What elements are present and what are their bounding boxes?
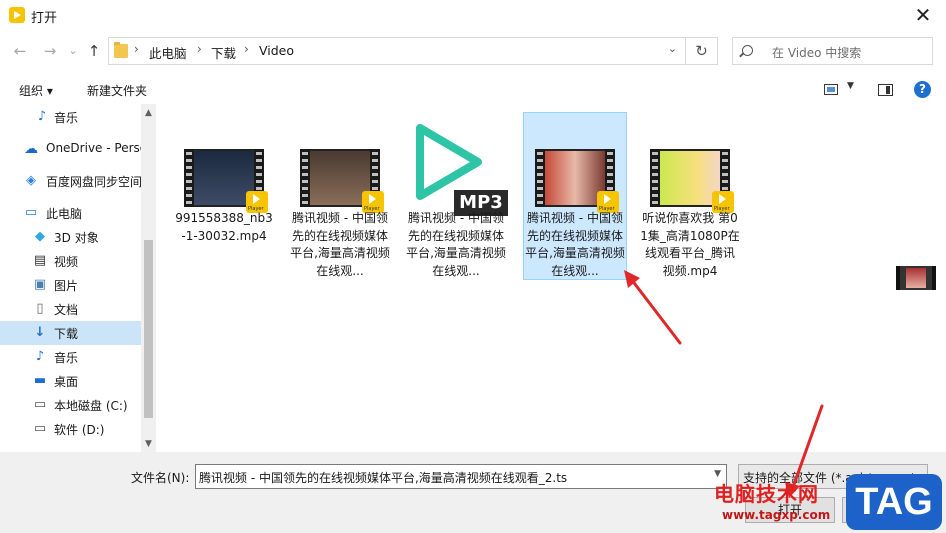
filename-value: 腾讯视频 - 中国领先的在线视频媒体平台,海量高清视频在线观看_2.ts xyxy=(199,471,568,485)
address-dropdown-icon[interactable]: ⌄ xyxy=(668,42,677,55)
sidebar-item-videos[interactable]: ▤ 视频 xyxy=(0,249,141,273)
window-title: 打开 xyxy=(31,11,58,26)
sidebar-item-onedrive[interactable]: ☁ OneDrive - Perso xyxy=(0,137,147,161)
document-icon: ▯ xyxy=(36,301,44,316)
back-button[interactable]: ← xyxy=(9,40,31,62)
search-icon xyxy=(742,45,753,56)
sidebar-item-desktop[interactable]: ▬ 桌面 xyxy=(0,369,141,393)
file-item[interactable]: Player 腾讯视频 - 中国领先的在线视频媒体平台,海量高清视频在线观... xyxy=(288,112,392,280)
video-thumbnail: Player xyxy=(300,149,384,213)
partial-video-thumbnail xyxy=(896,266,936,290)
download-icon: ↓ xyxy=(34,325,46,340)
up-button[interactable]: ↑ xyxy=(83,40,105,62)
search-placeholder: 在 Video 中搜索 xyxy=(772,46,862,60)
sidebar-item-this-pc[interactable]: ▭ 此电脑 xyxy=(0,201,141,225)
cloud-icon: ☁ xyxy=(24,141,38,157)
watermark-text: 电脑技术网 xyxy=(714,482,819,506)
breadcrumb-video[interactable]: Video xyxy=(259,43,294,58)
breadcrumb-downloads[interactable]: 下载 xyxy=(211,43,236,62)
sidebar-item-documents[interactable]: ▯ 文档 xyxy=(0,297,141,321)
picture-icon: ▣ xyxy=(33,277,47,292)
sidebar-scrollbar[interactable]: ▲ ▼ xyxy=(141,104,156,452)
drive-icon: ▭ xyxy=(33,421,47,436)
preview-pane-icon[interactable] xyxy=(878,84,893,96)
scrollbar-thumb[interactable] xyxy=(144,240,153,418)
title-bar: 打开 ✕ xyxy=(0,0,946,32)
close-button[interactable]: ✕ xyxy=(900,0,946,32)
drive-icon: ▭ xyxy=(33,397,47,412)
refresh-button[interactable]: ↻ xyxy=(686,37,718,65)
baidu-netdisk-icon: ◈ xyxy=(26,173,36,188)
music-icon: ♪ xyxy=(37,109,47,124)
file-item-selected[interactable]: Player 腾讯视频 - 中国领先的在线视频媒体平台,海量高清视频在线观... xyxy=(523,112,627,280)
organize-button[interactable]: 组织 ▾ xyxy=(19,82,53,99)
file-list: Player 991558388_nb3-1-30032.mp4 Player … xyxy=(158,104,946,452)
cube-icon: ◆ xyxy=(35,229,45,244)
address-bar[interactable]: › 此电脑 › 下载 › Video ⌄ xyxy=(108,37,686,65)
file-name: 听说你喜欢我 第01集_高清1080P在线观看平台_腾讯视频.mp4 xyxy=(640,211,740,278)
search-box[interactable]: 在 Video 中搜索 xyxy=(732,37,933,65)
desktop-icon: ▬ xyxy=(33,373,47,388)
file-item[interactable]: Player 991558388_nb3-1-30032.mp4 xyxy=(172,112,276,280)
breadcrumb-separator[interactable]: › xyxy=(134,42,139,56)
file-item[interactable]: Player 听说你喜欢我 第01集_高清1080P在线观看平台_腾讯视频.mp… xyxy=(638,112,742,280)
file-name: 腾讯视频 - 中国领先的在线视频媒体平台,海量高清视频在线观... xyxy=(406,211,506,278)
view-dropdown-icon[interactable]: ▼ xyxy=(847,81,854,91)
file-name: 腾讯视频 - 中国领先的在线视频媒体平台,海量高清视频在线观... xyxy=(290,211,390,278)
video-thumbnail: Player xyxy=(650,149,734,213)
sidebar-item-pictures[interactable]: ▣ 图片 xyxy=(0,273,141,297)
forward-button[interactable]: → xyxy=(39,40,61,62)
breadcrumb-separator[interactable]: › xyxy=(197,42,202,56)
app-icon xyxy=(9,7,25,23)
navigation-pane: ♪ 音乐 ☁ OneDrive - Perso ◈ 百度网盘同步空间 ▭ 此电脑… xyxy=(0,104,156,452)
toolbar: 组织 ▾ 新建文件夹 ▼ ? xyxy=(0,76,946,104)
file-name: 腾讯视频 - 中国领先的在线视频媒体平台,海量高清视频在线观... xyxy=(525,211,625,278)
sidebar-item-3d-objects[interactable]: ◆ 3D 对象 xyxy=(0,225,141,249)
recent-locations-button[interactable]: ⌄ xyxy=(62,40,84,62)
breadcrumb-separator[interactable]: › xyxy=(244,42,249,56)
watermark-url: www.tagxp.com xyxy=(722,508,831,522)
computer-icon: ▭ xyxy=(24,205,38,220)
video-thumbnail: Player xyxy=(184,149,268,213)
sidebar-item-downloads[interactable]: ↓ 下载 xyxy=(0,321,141,345)
watermark-logo: TAG xyxy=(846,474,942,530)
help-icon[interactable]: ? xyxy=(914,81,931,98)
sidebar-item-baidu-netdisk[interactable]: ◈ 百度网盘同步空间 xyxy=(0,169,142,193)
sidebar-item-music-2[interactable]: ♪ 音乐 xyxy=(0,345,141,369)
file-item[interactable]: MP3 腾讯视频 - 中国领先的在线视频媒体平台,海量高清视频在线观... xyxy=(404,112,508,280)
sidebar-item-drive-c[interactable]: ▭ 本地磁盘 (C:) xyxy=(0,393,141,417)
folder-icon xyxy=(114,42,128,58)
sidebar-item-drive-d[interactable]: ▭ 软件 (D:) xyxy=(0,417,141,441)
filename-input[interactable]: 腾讯视频 - 中国领先的在线视频媒体平台,海量高清视频在线观看_2.ts ▼ xyxy=(195,464,727,489)
view-options-icon[interactable] xyxy=(824,84,838,95)
breadcrumb-this-pc[interactable]: 此电脑 xyxy=(149,43,187,62)
new-folder-button[interactable]: 新建文件夹 xyxy=(87,82,147,99)
sidebar-item-music[interactable]: ♪ 音乐 xyxy=(0,105,141,129)
video-icon: ▤ xyxy=(33,253,47,268)
filename-label: 文件名(N): xyxy=(131,471,190,485)
video-thumbnail: Player xyxy=(535,149,619,213)
file-name: 991558388_nb3-1-30032.mp4 xyxy=(175,211,273,243)
music-icon: ♪ xyxy=(35,349,45,364)
scroll-up-icon[interactable]: ▲ xyxy=(141,106,156,121)
scroll-down-icon[interactable]: ▼ xyxy=(141,437,156,452)
